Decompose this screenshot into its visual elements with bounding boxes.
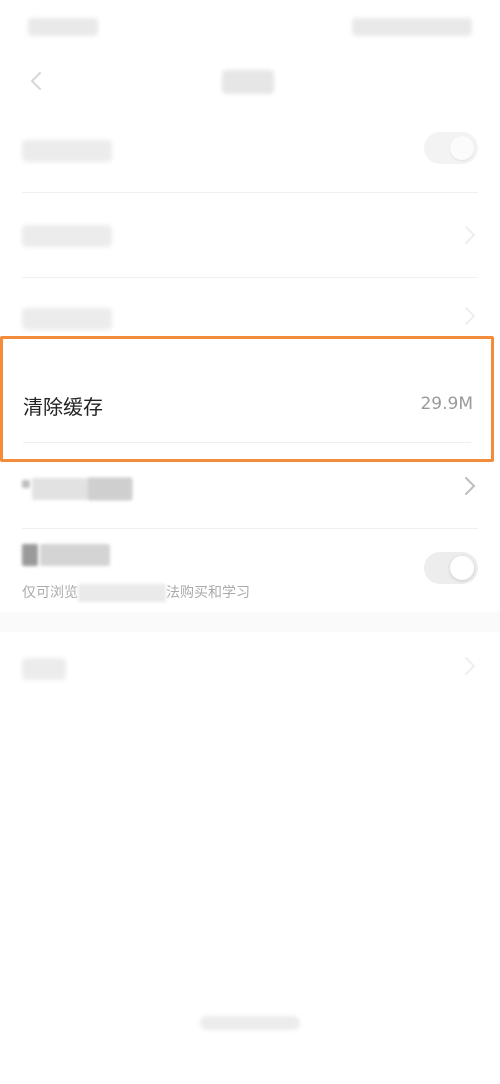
description-prefix: 仅可浏览	[22, 585, 78, 601]
status-icons	[352, 18, 472, 36]
divider	[23, 442, 471, 443]
back-icon[interactable]	[22, 66, 52, 96]
clear-cache-label: 清除缓存	[23, 395, 103, 419]
bottom-link[interactable]	[200, 1016, 300, 1030]
chevron-right-icon	[464, 225, 476, 245]
divider	[22, 528, 478, 529]
setting-label	[22, 658, 66, 680]
clear-cache-highlight: 清除缓存 29.9M	[0, 336, 494, 462]
setting-row[interactable]	[0, 193, 500, 278]
page-title	[200, 66, 300, 96]
chevron-right-icon	[464, 306, 476, 326]
setting-label	[22, 225, 112, 247]
chevron-right-icon	[464, 656, 476, 676]
setting-row[interactable]	[0, 628, 500, 713]
nav-bar	[0, 56, 500, 106]
redacted-block	[78, 584, 166, 602]
clear-cache-item[interactable]: 清除缓存 29.9M	[3, 339, 491, 459]
setting-label	[22, 308, 112, 330]
setting-row[interactable]	[0, 108, 500, 193]
status-time	[28, 18, 98, 36]
status-bar	[0, 0, 500, 56]
chevron-right-icon	[464, 476, 476, 496]
setting-row[interactable]: 仅可浏览 法购买和学习	[0, 530, 500, 610]
cache-size-value: 29.9M	[420, 394, 473, 414]
toggle-switch[interactable]	[424, 552, 478, 584]
setting-label	[22, 140, 112, 162]
description-suffix: 法购买和学习	[166, 585, 250, 601]
toggle-switch[interactable]	[424, 132, 478, 164]
setting-description: 仅可浏览 法购买和学习	[22, 582, 250, 602]
